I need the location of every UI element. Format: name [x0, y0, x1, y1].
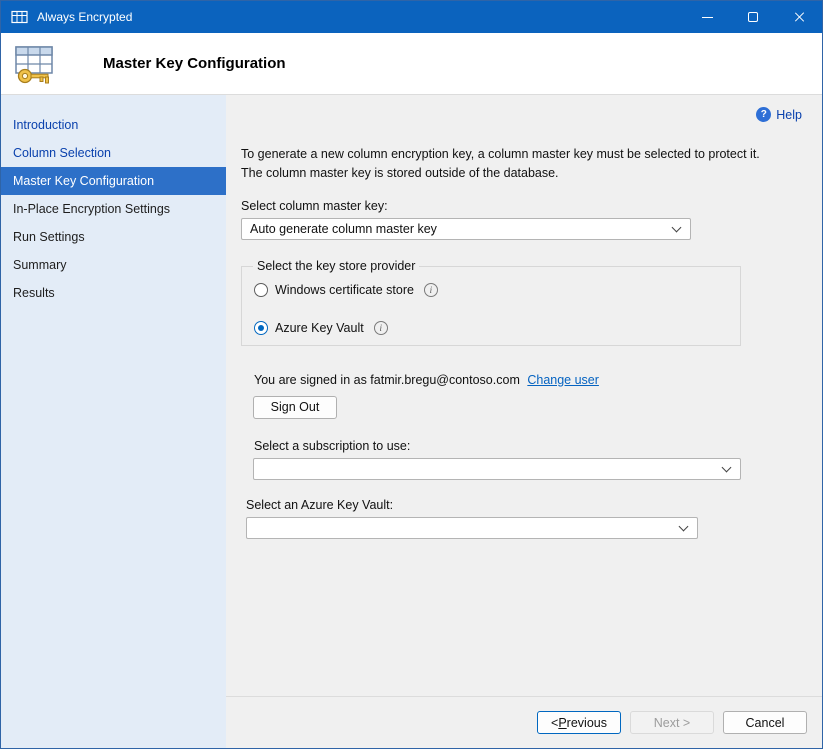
wizard-steps-sidebar: Introduction Column Selection Master Key…: [1, 95, 226, 748]
wizard-header: Master Key Configuration: [1, 33, 822, 95]
radio-windows-certificate-store[interactable]: Windows certificate store i: [254, 283, 740, 297]
previous-mnemonic: P: [558, 716, 566, 730]
cancel-button[interactable]: Cancel: [723, 711, 807, 734]
sidebar-item-introduction[interactable]: Introduction: [1, 111, 226, 139]
main-content: ? Help To generate a new column encrypti…: [226, 95, 822, 696]
sidebar-item-results[interactable]: Results: [1, 279, 226, 307]
minimize-button[interactable]: [684, 1, 730, 33]
sidebar-item-column-selection[interactable]: Column Selection: [1, 139, 226, 167]
subscription-select[interactable]: [253, 458, 741, 480]
radio-unchecked-icon: [254, 283, 268, 297]
column-master-key-value: Auto generate column master key: [250, 222, 437, 236]
vault-label: Select an Azure Key Vault:: [246, 498, 802, 512]
window-title: Always Encrypted: [37, 10, 132, 24]
maximize-icon: [748, 12, 758, 22]
next-button[interactable]: Next >: [630, 711, 714, 734]
sidebar-item-master-key-configuration[interactable]: Master Key Configuration: [1, 167, 226, 195]
radio-azure-key-vault[interactable]: Azure Key Vault i: [254, 321, 740, 335]
help-label: Help: [776, 108, 802, 122]
signed-in-text: You are signed in as fatmir.bregu@contos…: [254, 373, 520, 387]
subscription-label: Select a subscription to use:: [254, 439, 802, 453]
page-title: Master Key Configuration: [103, 55, 286, 72]
window-controls: [684, 1, 822, 33]
key-store-provider-title: Select the key store provider: [253, 259, 419, 273]
maximize-button[interactable]: [730, 1, 776, 33]
intro-text: To generate a new column encryption key,…: [241, 145, 776, 183]
previous-prefix: <: [551, 716, 558, 730]
info-icon[interactable]: i: [374, 321, 388, 335]
info-icon[interactable]: i: [424, 283, 438, 297]
key-store-provider-group: Select the key store provider Windows ce…: [241, 266, 741, 346]
sidebar-item-run-settings[interactable]: Run Settings: [1, 223, 226, 251]
previous-rest: revious: [567, 716, 607, 730]
wizard-body: Introduction Column Selection Master Key…: [1, 95, 822, 748]
titlebar: Always Encrypted: [1, 1, 822, 33]
vault-select[interactable]: [246, 517, 698, 539]
main-panel: ? Help To generate a new column encrypti…: [226, 95, 822, 748]
close-icon: [793, 11, 805, 23]
sign-out-button[interactable]: Sign Out: [253, 396, 337, 419]
radio-checked-icon: [254, 321, 268, 335]
sidebar-item-in-place-encryption-settings[interactable]: In-Place Encryption Settings: [1, 195, 226, 223]
app-icon: [11, 9, 28, 26]
change-user-link[interactable]: Change user: [527, 373, 599, 387]
always-encrypted-window: Always Encrypted Master Key Configuratio…: [0, 0, 823, 749]
chevron-down-icon: [679, 521, 689, 531]
sidebar-item-summary[interactable]: Summary: [1, 251, 226, 279]
table-key-icon: [11, 41, 57, 87]
chevron-down-icon: [722, 462, 732, 472]
azure-key-vault-label: Azure Key Vault: [275, 321, 364, 335]
chevron-down-icon: [672, 222, 682, 232]
help-icon: ?: [756, 107, 771, 122]
close-button[interactable]: [776, 1, 822, 33]
help-button[interactable]: ? Help: [756, 107, 802, 122]
previous-button[interactable]: < Previous: [537, 711, 621, 734]
minimize-icon: [702, 17, 713, 18]
footer-bar: < Previous Next > Cancel: [226, 696, 822, 748]
windows-certificate-store-label: Windows certificate store: [275, 283, 414, 297]
signed-in-row: You are signed in as fatmir.bregu@contos…: [254, 373, 802, 387]
column-master-key-select[interactable]: Auto generate column master key: [241, 218, 691, 240]
column-master-key-label: Select column master key:: [241, 199, 802, 213]
